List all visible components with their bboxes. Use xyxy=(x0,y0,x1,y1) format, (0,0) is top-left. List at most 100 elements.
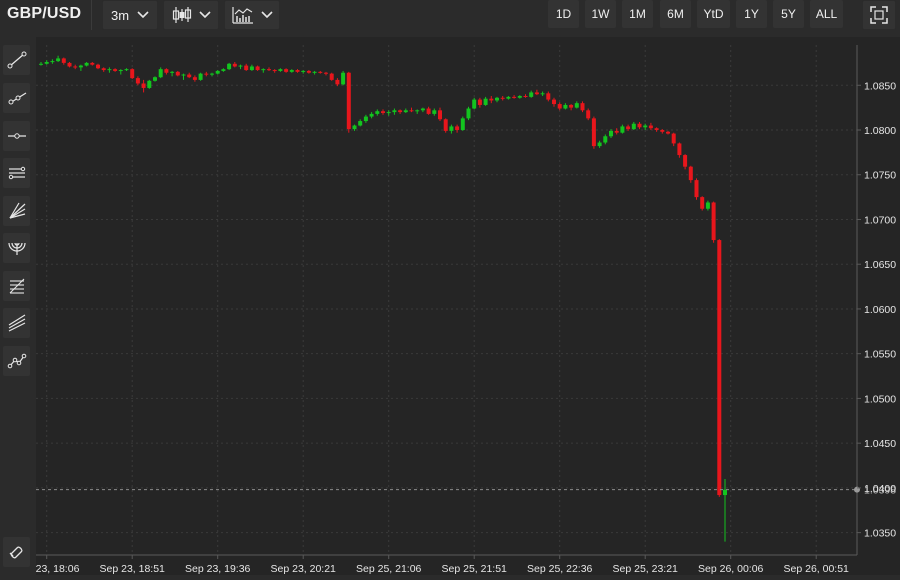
chevron-down-icon xyxy=(260,11,273,19)
candle xyxy=(101,67,106,72)
range-button-1w[interactable]: 1W xyxy=(585,0,616,28)
candle-body xyxy=(141,83,146,88)
candle xyxy=(717,239,722,497)
candle xyxy=(329,72,334,81)
candle xyxy=(671,132,676,147)
fan-tool[interactable] xyxy=(3,196,30,226)
candle xyxy=(591,116,596,149)
candle xyxy=(227,62,232,71)
candle-body xyxy=(529,92,534,97)
candle xyxy=(500,96,505,101)
interval-selector[interactable]: 3m xyxy=(102,0,158,30)
candle xyxy=(170,70,175,77)
candle-body xyxy=(381,111,385,113)
polyline-icon xyxy=(7,353,26,369)
parallel-channel-tool[interactable] xyxy=(3,158,30,188)
candle-body xyxy=(101,68,106,71)
candle xyxy=(56,55,61,62)
candle xyxy=(73,64,78,70)
ray-tool[interactable] xyxy=(3,83,30,113)
candle-body xyxy=(238,65,243,67)
candle-body xyxy=(500,97,505,99)
symbol-title: GBP/USD xyxy=(7,5,82,22)
fib-retracement-tool[interactable] xyxy=(3,271,30,301)
candle xyxy=(289,69,294,73)
candle xyxy=(215,70,220,75)
range-button-5y[interactable]: 5Y xyxy=(773,0,804,28)
candle-body xyxy=(677,143,682,156)
candle-body xyxy=(415,110,420,112)
candle xyxy=(267,67,271,71)
candle-body xyxy=(489,98,494,101)
candle-body xyxy=(432,110,437,114)
candle-body xyxy=(438,110,442,120)
candle xyxy=(495,96,499,103)
candle-body xyxy=(153,77,157,81)
toolbar-divider xyxy=(91,0,92,30)
candle xyxy=(187,72,192,79)
candle-body xyxy=(135,78,140,84)
candle xyxy=(96,63,100,70)
candle-body xyxy=(107,69,112,71)
range-button-6m[interactable]: 6M xyxy=(660,0,691,28)
candle xyxy=(398,109,403,114)
candle xyxy=(694,178,699,200)
candle-body xyxy=(198,73,203,80)
candle-body xyxy=(552,99,556,105)
fan-icon xyxy=(8,202,25,219)
indicators-selector[interactable] xyxy=(224,0,280,30)
range-button-ytd[interactable]: YtD xyxy=(697,0,730,28)
candle xyxy=(403,108,408,113)
candle-body xyxy=(563,104,568,109)
range-button-1d[interactable]: 1D xyxy=(548,0,579,28)
candle-body xyxy=(420,108,425,111)
price-chart[interactable]: 1.0398 1.08501.08001.07501.07001.06501.0… xyxy=(14,37,900,575)
candle xyxy=(78,64,83,71)
polyline-tool[interactable] xyxy=(3,346,30,376)
candle xyxy=(666,130,670,135)
candle xyxy=(346,71,351,133)
price-tick-label: 1.0850 xyxy=(864,80,896,92)
candle-body xyxy=(392,110,397,113)
candle xyxy=(420,107,425,113)
candle xyxy=(517,95,522,99)
chevron-down-icon xyxy=(198,11,211,19)
magnet-icon xyxy=(9,546,23,559)
candle-body xyxy=(341,72,346,85)
range-button-1y[interactable]: 1Y xyxy=(736,0,767,28)
fullscreen-button[interactable] xyxy=(862,0,896,30)
candle-body xyxy=(426,108,431,114)
candle xyxy=(61,57,66,65)
range-button-1m[interactable]: 1M xyxy=(622,0,653,28)
arc-tool[interactable] xyxy=(3,233,30,263)
price-tick-label: 1.0650 xyxy=(864,259,896,271)
price-tick-label: 1.0550 xyxy=(864,349,896,361)
chart-area[interactable]: 1.0398 1.0850 1.0800 1.0750 1.0700 1.0650 1.0… xyxy=(14,37,900,575)
candle-body xyxy=(324,72,328,74)
candle-body xyxy=(312,71,317,73)
candle xyxy=(506,96,511,100)
candle-body xyxy=(255,66,260,71)
candle xyxy=(529,90,534,98)
pitchfork-tool[interactable] xyxy=(3,308,30,338)
candle-body xyxy=(723,489,727,496)
candle xyxy=(39,62,43,66)
range-button-all[interactable]: ALL xyxy=(810,0,843,28)
trend-line-tool[interactable] xyxy=(3,45,30,75)
candle xyxy=(210,72,214,77)
candle xyxy=(118,69,123,75)
candle xyxy=(232,62,237,68)
chart-type-selector[interactable] xyxy=(163,0,219,30)
candle xyxy=(107,67,112,73)
candle-body xyxy=(369,113,374,117)
candle-body xyxy=(614,130,619,133)
candle xyxy=(67,62,72,68)
magnet-tool[interactable] xyxy=(3,537,30,567)
candle-body xyxy=(96,64,100,69)
horizontal-line-tool[interactable] xyxy=(3,121,30,151)
candle xyxy=(432,108,437,116)
candle xyxy=(278,68,283,72)
candle xyxy=(363,114,368,123)
time-tick-label: Sep 25, 21:06 xyxy=(356,563,422,575)
candle-body xyxy=(164,69,169,73)
